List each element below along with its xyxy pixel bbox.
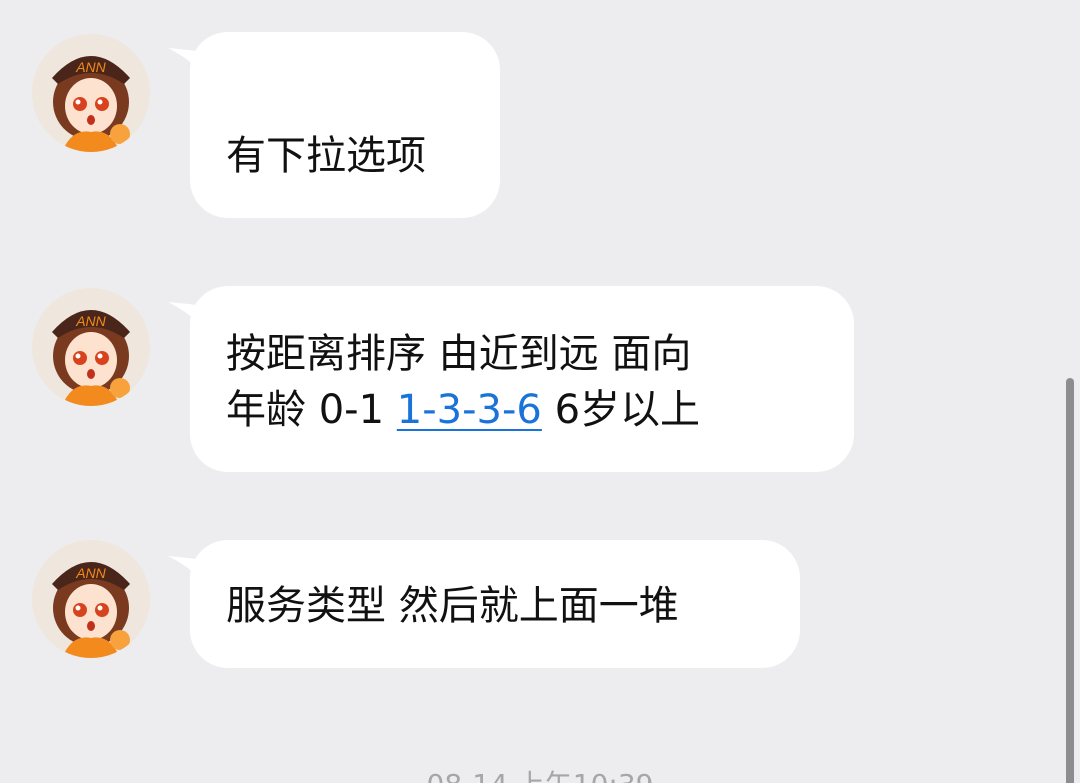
svg-text:ANN: ANN <box>75 313 106 329</box>
message-text: 年龄 0-1 <box>226 387 397 433</box>
scrollbar-thumb[interactable] <box>1066 378 1074 783</box>
age-range-link[interactable]: 1-3-3-6 <box>397 387 542 433</box>
chat-view: ANN 有下拉选项 ANN 按距离排序 由近到远 面向 年龄 0-1 1-3-3… <box>0 0 1080 783</box>
message-bubble[interactable]: 有下拉选项 <box>190 32 500 218</box>
message-text: 服务类型 然后就上面一堆 <box>226 583 679 629</box>
message-timestamp: 08-14 上午10:39 <box>0 768 1080 783</box>
cartoon-girl-avatar-icon: ANN <box>32 288 150 406</box>
cartoon-girl-avatar-icon: ANN <box>32 34 150 152</box>
message-text: 6岁以上 <box>541 387 701 433</box>
message-text: 有下拉选项 <box>226 133 426 179</box>
avatar[interactable]: ANN <box>32 540 150 658</box>
svg-text:ANN: ANN <box>75 565 106 581</box>
svg-text:ANN: ANN <box>75 59 106 75</box>
message-line: 年龄 0-1 1-3-3-6 6岁以上 <box>226 382 818 438</box>
avatar[interactable]: ANN <box>32 34 150 152</box>
message-bubble[interactable]: 服务类型 然后就上面一堆 <box>190 540 800 668</box>
message-line: 按距离排序 由近到远 面向 <box>226 331 692 377</box>
avatar[interactable]: ANN <box>32 288 150 406</box>
message-bubble[interactable]: 按距离排序 由近到远 面向 年龄 0-1 1-3-3-6 6岁以上 <box>190 286 854 472</box>
cartoon-girl-avatar-icon: ANN <box>32 540 150 658</box>
